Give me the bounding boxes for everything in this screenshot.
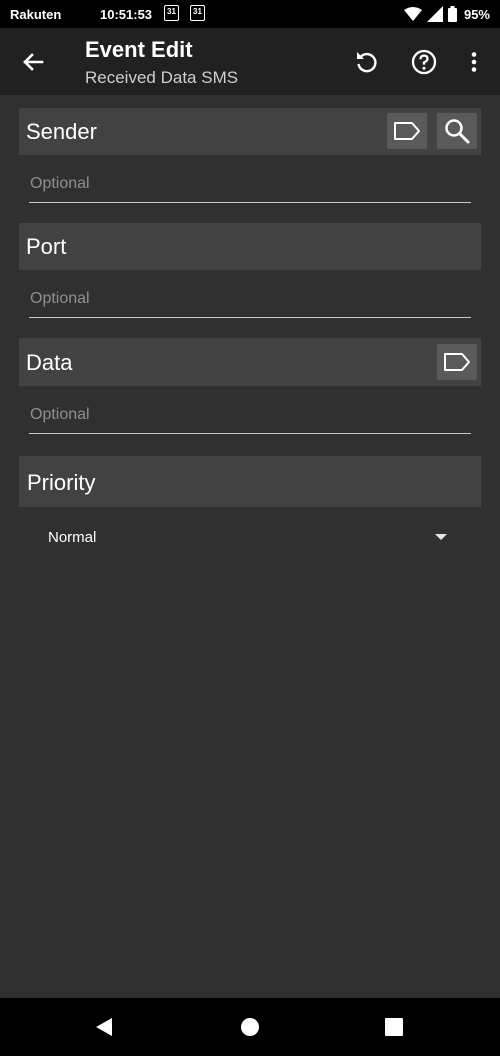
clock: 10:51:53 [100, 7, 153, 22]
calendar-icon: 31 [190, 5, 205, 21]
arrow-left-icon[interactable] [18, 47, 48, 77]
port-label: Port [26, 234, 67, 259]
status-bar: Rakuten 10:51:53 31 31 95% [0, 0, 500, 28]
dropdown-arrow-icon [435, 534, 447, 540]
priority-label: Priority [27, 470, 96, 495]
navigation-bar [0, 998, 500, 1056]
status-icons: 95% [403, 5, 490, 23]
circle-home-icon[interactable] [238, 1015, 262, 1039]
search-icon [445, 119, 470, 144]
wifi-icon [403, 7, 422, 21]
app-bar: Event Edit Received Data SMS [0, 28, 500, 95]
help-circle-icon[interactable] [409, 47, 439, 77]
data-input[interactable]: Optional [29, 403, 471, 434]
port-input[interactable]: Optional [29, 287, 471, 318]
data-label: Data [26, 350, 73, 375]
square-recents-icon[interactable] [383, 1016, 405, 1038]
sender-placeholder: Optional [30, 175, 90, 192]
sender-header: Sender [19, 108, 481, 155]
sender-search-button[interactable] [437, 113, 477, 149]
data-variable-button[interactable] [437, 344, 477, 380]
priority-value: Normal [48, 529, 97, 546]
label-tag-icon [394, 122, 420, 140]
port-header: Port [19, 223, 481, 270]
data-placeholder: Optional [30, 406, 90, 423]
page-title: Event Edit [85, 37, 193, 62]
battery-level: 95% [463, 6, 490, 22]
priority-header: Priority [19, 456, 481, 507]
data-header: Data [19, 338, 481, 386]
sender-variable-button[interactable] [387, 113, 427, 149]
undo-icon[interactable] [352, 47, 382, 77]
triangle-back-icon[interactable] [92, 1015, 116, 1039]
calendar-icon: 31 [164, 5, 179, 21]
signal-icon [426, 6, 443, 22]
sender-input[interactable]: Optional [29, 172, 471, 203]
port-placeholder: Optional [30, 290, 90, 307]
label-tag-icon [444, 353, 470, 371]
carrier-label: Rakuten [10, 7, 62, 22]
sender-label: Sender [26, 119, 97, 144]
page-subtitle: Received Data SMS [85, 68, 239, 87]
more-vert-icon[interactable] [459, 47, 489, 77]
battery-icon [447, 6, 457, 22]
